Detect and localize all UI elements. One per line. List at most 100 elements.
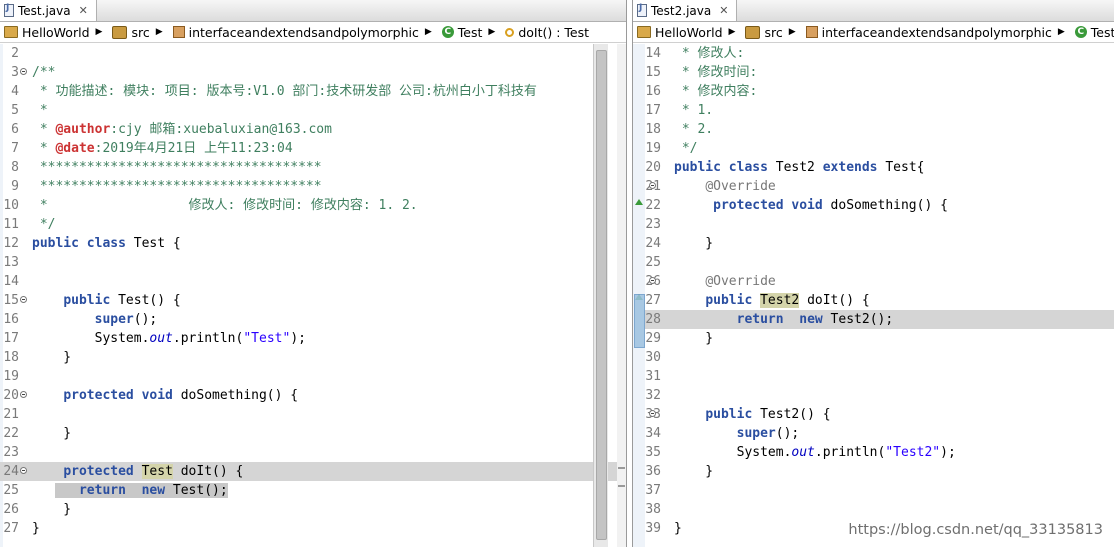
chevron-right-icon[interactable]: ▶: [488, 27, 495, 37]
chevron-right-icon[interactable]: ▶: [1058, 27, 1065, 37]
code-line[interactable]: 14 * 修改人:: [633, 44, 1114, 63]
code-text: @Override: [705, 274, 776, 289]
fold-collapse-icon[interactable]: [20, 296, 27, 303]
breadcrumb-src[interactable]: src: [745, 25, 783, 40]
code-line[interactable]: 22 }: [0, 424, 626, 443]
code-line[interactable]: 18 * 2.: [633, 120, 1114, 139]
overview-ruler[interactable]: [617, 44, 626, 547]
breadcrumb-class[interactable]: C Test: [1074, 25, 1114, 40]
code-line[interactable]: 16 super();: [0, 310, 626, 329]
code-line[interactable]: 3 /**: [0, 63, 626, 82]
code-text: public class Test {: [32, 236, 181, 251]
chevron-right-icon[interactable]: ▶: [156, 27, 163, 37]
override-marker-icon[interactable]: [635, 199, 643, 205]
code-line[interactable]: 14: [0, 272, 626, 291]
code-line[interactable]: 13: [0, 253, 626, 272]
fold-collapse-icon[interactable]: [649, 410, 656, 417]
java-file-icon: [4, 3, 14, 17]
code-line[interactable]: 19: [0, 367, 626, 386]
breadcrumb-method[interactable]: doIt() : Test: [505, 25, 589, 40]
fold-collapse-icon[interactable]: [20, 391, 27, 398]
code-line[interactable]: 22 protected void doSomething() {: [633, 196, 1114, 215]
code-line[interactable]: 24 }: [633, 234, 1114, 253]
fold-collapse-icon[interactable]: [649, 277, 656, 284]
overview-marker[interactable]: [618, 467, 625, 469]
code-line[interactable]: 27}: [0, 519, 626, 538]
code-line[interactable]: 23: [633, 215, 1114, 234]
code-line[interactable]: 36 }: [633, 462, 1114, 481]
code-area[interactable]: 2 3/** 4 * 功能描述: 模块: 项目: 版本号:V1.0 部门:技术研发部…: [0, 44, 626, 538]
breadcrumb-src[interactable]: src: [112, 25, 150, 40]
code-line[interactable]: 12 public class Test {: [0, 234, 626, 253]
close-icon[interactable]: ✕: [719, 4, 728, 17]
left-tab-bar: Test.java ✕: [0, 0, 626, 22]
code-line[interactable]: 16 * 修改内容:: [633, 82, 1114, 101]
code-line[interactable]: 17 System.out.println("Test");: [0, 329, 626, 348]
code-line[interactable]: 9 ************************************: [0, 177, 626, 196]
code-line[interactable]: 15 * 修改时间:: [633, 63, 1114, 82]
code-line[interactable]: 21 @Override: [633, 177, 1114, 196]
code-line[interactable]: 33 public Test2() {: [633, 405, 1114, 424]
code-line[interactable]: 19 */: [633, 139, 1114, 158]
code-text: * 2.: [674, 122, 714, 137]
chevron-right-icon[interactable]: ▶: [789, 27, 796, 37]
code-line[interactable]: 7 * @date:2019年4月21日 上午11:23:04: [0, 139, 626, 158]
breadcrumb-project[interactable]: HelloWorld: [637, 25, 723, 40]
code-text: * @author:cjy 邮箱:xuebaluxian@163.com: [32, 122, 332, 137]
code-line[interactable]: 38: [633, 500, 1114, 519]
code-line[interactable]: 5 *: [0, 101, 626, 120]
code-line[interactable]: 2: [0, 44, 626, 63]
code-text: super();: [94, 312, 158, 327]
code-line[interactable]: 20 protected void doSomething() {: [0, 386, 626, 405]
code-line[interactable]: 15 public Test() {: [0, 291, 626, 310]
right-editor[interactable]: Test2.java ✕ HelloWorld ▶ src ▶ interfac…: [632, 0, 1114, 547]
code-line[interactable]: 23: [0, 443, 626, 462]
tab-test2-java[interactable]: Test2.java ✕: [633, 0, 738, 21]
chevron-right-icon[interactable]: ▶: [425, 27, 432, 37]
code-line[interactable]: 26 @Override: [633, 272, 1114, 291]
code-line[interactable]: 6 * @author:cjy 邮箱:xuebaluxian@163.com: [0, 120, 626, 139]
code-line[interactable]: 4 * 功能描述: 模块: 项目: 版本号:V1.0 部门:技术研发部 公司:杭…: [0, 82, 626, 101]
code-line[interactable]: 25: [633, 253, 1114, 272]
breadcrumb-class[interactable]: C Test: [441, 25, 482, 40]
tab-test-java[interactable]: Test.java ✕: [0, 0, 97, 21]
breadcrumb-package[interactable]: interfaceandextendsandpolymorphic: [805, 25, 1052, 40]
fold-collapse-icon[interactable]: [20, 68, 27, 75]
code-line[interactable]: 32: [633, 386, 1114, 405]
code-line[interactable]: 35 System.out.println("Test2");: [633, 443, 1114, 462]
scrollbar-thumb[interactable]: [596, 50, 607, 540]
watermark: https://blog.csdn.net/qq_33135813: [848, 522, 1103, 538]
line-number: 23: [3, 445, 19, 460]
code-line[interactable]: 21: [0, 405, 626, 424]
code-line[interactable]: 34 super();: [633, 424, 1114, 443]
scroll-position-indicator[interactable]: [634, 294, 645, 348]
fold-collapse-icon[interactable]: [20, 467, 27, 474]
code-line[interactable]: 26 }: [0, 500, 626, 519]
breadcrumb-package[interactable]: interfaceandextendsandpolymorphic: [172, 25, 419, 40]
code-line[interactable]: 25 return new Test();: [0, 481, 626, 500]
close-icon[interactable]: ✕: [79, 4, 88, 17]
code-line[interactable]: 27 public Test2 doIt() {: [633, 291, 1114, 310]
fold-collapse-icon[interactable]: [649, 182, 656, 189]
code-line[interactable]: 31: [633, 367, 1114, 386]
code-line[interactable]: 11 */: [0, 215, 626, 234]
code-line[interactable]: 20 public class Test2 extends Test{: [633, 158, 1114, 177]
code-line[interactable]: 17 * 1.: [633, 101, 1114, 120]
code-line[interactable]: 37: [633, 481, 1114, 500]
breadcrumb-project[interactable]: HelloWorld: [4, 25, 90, 40]
code-line[interactable]: 28 return new Test2();: [633, 310, 1114, 329]
code-area[interactable]: 14 * 修改人: 15 * 修改时间: 16 * 修改内容: 17 * 1. 18 *…: [633, 44, 1114, 538]
chevron-right-icon[interactable]: ▶: [729, 27, 736, 37]
code-text: *: [32, 103, 48, 118]
vertical-scrollbar[interactable]: [593, 44, 608, 547]
code-text: }: [32, 350, 72, 365]
overview-marker[interactable]: [618, 485, 625, 487]
code-line[interactable]: 10 * 修改人: 修改时间: 修改内容: 1. 2.: [0, 196, 626, 215]
chevron-right-icon[interactable]: ▶: [96, 27, 103, 37]
code-line[interactable]: 24 protected Test doIt() {: [0, 462, 626, 481]
code-line[interactable]: 30: [633, 348, 1114, 367]
code-line[interactable]: 18 }: [0, 348, 626, 367]
code-line[interactable]: 8 ************************************: [0, 158, 626, 177]
left-editor[interactable]: Test.java ✕ HelloWorld ▶ src ▶ interface…: [0, 0, 627, 547]
code-line[interactable]: 29 }: [633, 329, 1114, 348]
